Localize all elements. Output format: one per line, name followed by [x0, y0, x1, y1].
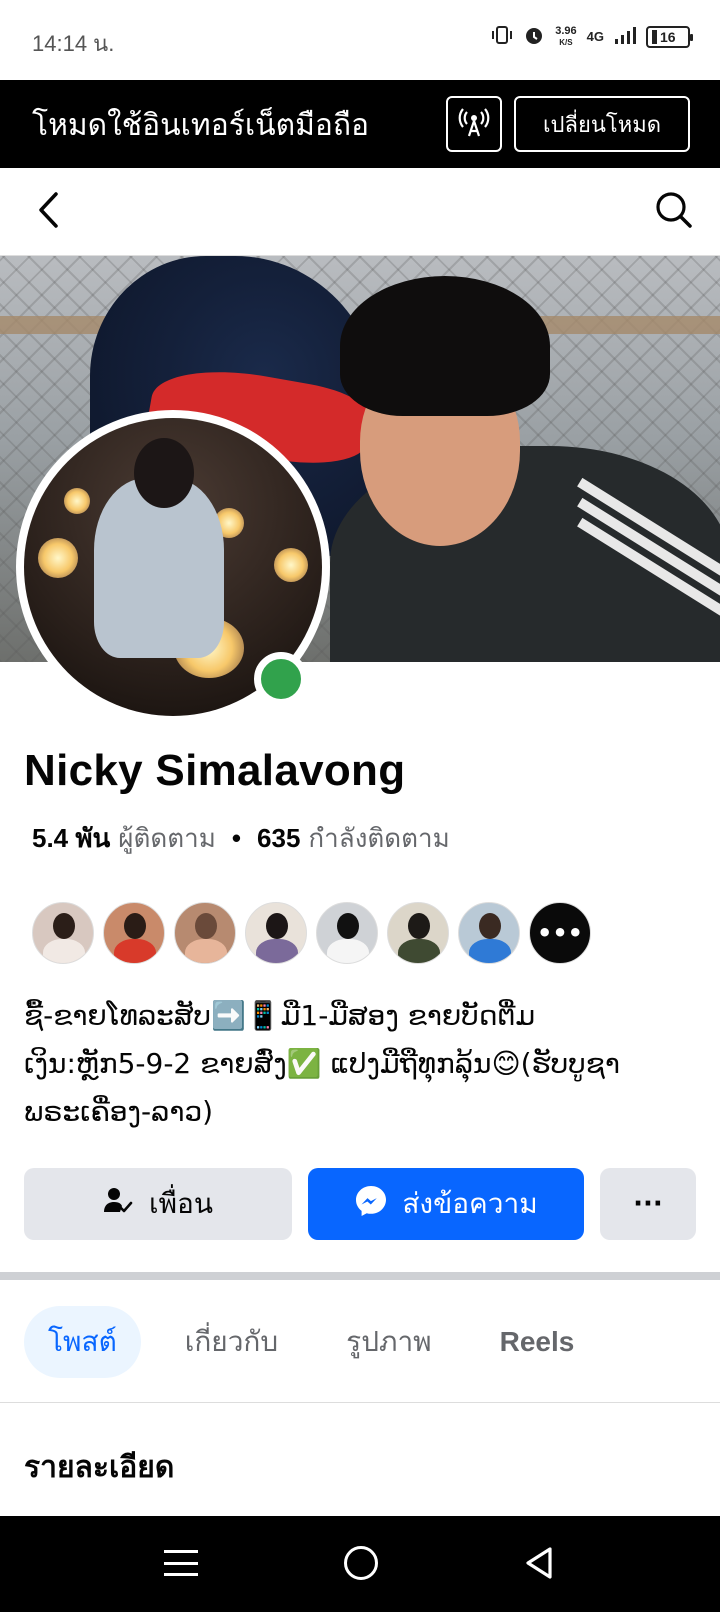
battery-icon: 16 [646, 25, 693, 48]
data-mode-banner: โหมดใช้อินเทอร์เน็ตมือถือ เปลี่ยนโหมด [0, 80, 720, 168]
more-horizontal-icon: ··· [633, 1189, 663, 1219]
profile-bio: ຊື້-ຂາຍໂທລະສັບ➡️📱ມື1-ມືສອງ ຂາຍບັດຕື່ມ ເງ… [24, 999, 620, 1128]
status-time: 14:14 น. [32, 31, 115, 56]
friends-button[interactable]: เพื่อน [24, 1168, 292, 1240]
separator-dot: • [231, 823, 242, 853]
friend-avatar[interactable] [316, 902, 378, 964]
signal-icon [614, 25, 636, 48]
search-button[interactable] [652, 190, 696, 234]
vibrate-icon [491, 25, 513, 48]
profile-name: Nicky Simalavong [24, 746, 406, 795]
followers-count: 5.4 พัน [32, 823, 111, 853]
status-bar: 14:14 น. 3.96 K/S 4G 16 [0, 0, 720, 80]
search-icon [655, 191, 693, 233]
more-options-button[interactable]: ··· [600, 1168, 696, 1240]
friend-avatar[interactable] [103, 902, 165, 964]
friend-avatar[interactable] [32, 902, 94, 964]
network-speed: 3.96 K/S [555, 24, 577, 47]
tabs-divider [0, 1402, 720, 1403]
friends-button-label: เพื่อน [149, 1188, 213, 1219]
friend-avatar[interactable] [458, 902, 520, 964]
friend-avatar[interactable] [174, 902, 236, 964]
friend-avatar[interactable] [245, 902, 307, 964]
switch-mode-button[interactable]: เปลี่ยนโหมด [514, 96, 690, 152]
more-friends-button[interactable]: ••• [529, 902, 591, 964]
messenger-icon [354, 1184, 388, 1225]
send-message-button[interactable]: ส่งข้อความ [308, 1168, 584, 1240]
recent-apps-button[interactable] [164, 1546, 198, 1580]
tab-photos[interactable]: รูปภาพ [322, 1306, 455, 1378]
system-nav-bar [0, 1516, 720, 1612]
send-message-label: ส่งข้อความ [402, 1188, 538, 1219]
tab-reels[interactable]: Reels [476, 1306, 599, 1378]
profile-tabs: โพสต์ เกี่ยวกับ รูปภาพ Reels [24, 1306, 598, 1378]
friend-avatar[interactable] [387, 902, 449, 964]
details-heading: รายละเอียด [24, 1451, 175, 1484]
data-mode-text: โหมดใช้อินเทอร์เน็ตมือถือ [32, 109, 370, 142]
following-count: 635 [257, 823, 301, 853]
friend-check-icon [103, 1186, 133, 1223]
online-status-dot [254, 652, 308, 706]
system-back-button[interactable] [524, 1546, 554, 1580]
more-dots-icon: ••• [536, 919, 584, 947]
back-button[interactable] [26, 190, 70, 234]
network-type: 4G [586, 29, 604, 44]
following-label: กำลังติดตาม [308, 823, 450, 853]
alarm-icon [523, 24, 545, 49]
follow-stats[interactable]: 5.4 พัน ผู้ติดตาม • 635 กำลังติดตาม [32, 818, 450, 859]
chevron-left-icon [36, 191, 60, 233]
tab-about[interactable]: เกี่ยวกับ [161, 1306, 302, 1378]
top-nav-bar [0, 168, 720, 256]
tab-posts[interactable]: โพสต์ [24, 1306, 141, 1378]
status-icons: 3.96 K/S 4G 16 [491, 24, 693, 49]
hotspot-button[interactable] [446, 96, 502, 152]
home-button[interactable] [344, 1546, 378, 1580]
section-divider [0, 1272, 720, 1280]
friend-avatars: ••• [32, 902, 591, 964]
broadcast-icon [457, 105, 491, 143]
followers-label: ผู้ติดตาม [118, 823, 216, 853]
triangle-back-icon [526, 1547, 552, 1579]
